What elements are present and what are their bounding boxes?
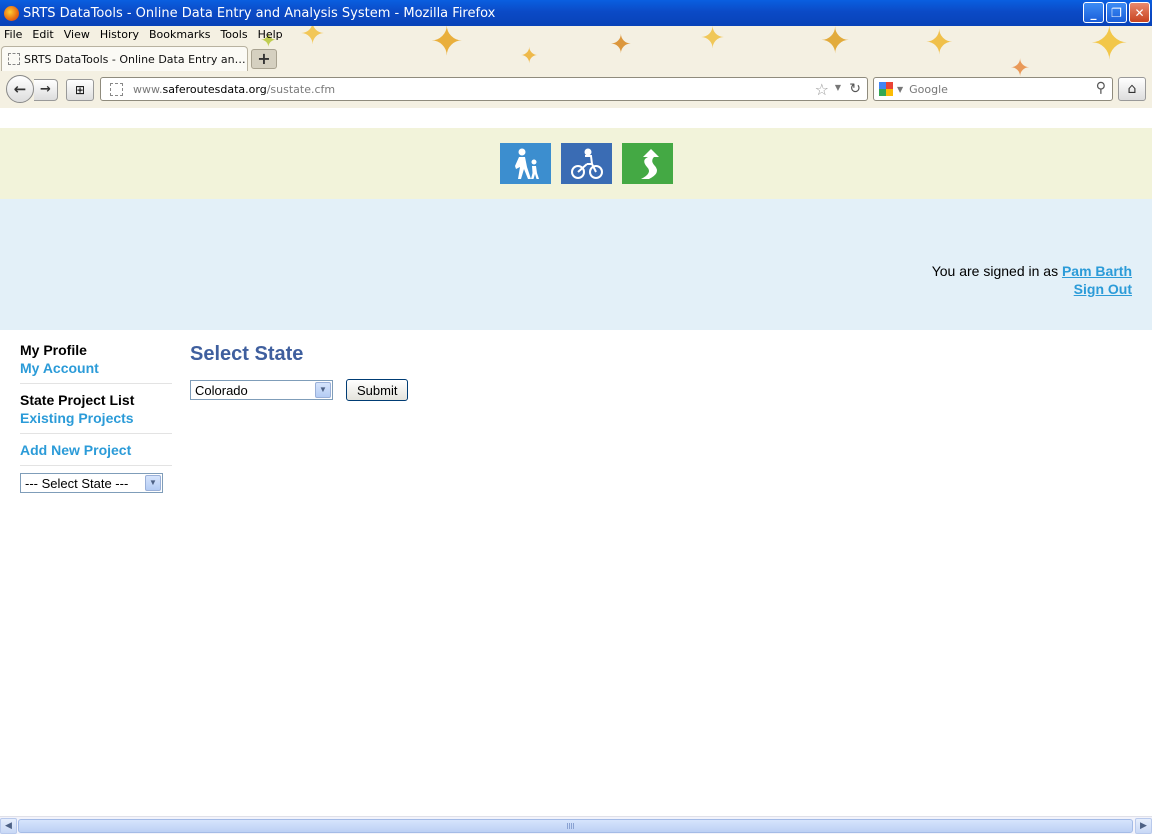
scroll-thumb[interactable] bbox=[18, 819, 1133, 833]
logo-banner bbox=[0, 128, 1152, 199]
walking-logo-icon[interactable] bbox=[500, 143, 551, 184]
menu-view[interactable]: View bbox=[59, 28, 95, 44]
user-name-link[interactable]: Pam Barth bbox=[1062, 263, 1132, 279]
my-account-link[interactable]: My Account bbox=[20, 359, 172, 377]
sidebar: My Profile My Account State Project List… bbox=[20, 341, 172, 493]
bicycle-logo-icon[interactable] bbox=[561, 143, 612, 184]
sign-out-link[interactable]: Sign Out bbox=[1074, 281, 1132, 297]
submit-button[interactable]: Submit bbox=[346, 379, 409, 401]
google-engine-icon[interactable] bbox=[879, 82, 893, 96]
menu-tools[interactable]: Tools bbox=[215, 28, 252, 44]
search-icon[interactable]: ⚲ bbox=[1096, 80, 1106, 96]
engine-dropdown-icon[interactable]: ▼ bbox=[897, 85, 903, 94]
state-form: Colorado ▼ Submit bbox=[190, 379, 409, 401]
url-domain: saferoutesdata.org bbox=[162, 82, 267, 96]
state-select[interactable]: Colorado ▼ bbox=[190, 380, 333, 400]
menu-help[interactable]: Help bbox=[253, 28, 288, 44]
divider bbox=[20, 383, 172, 384]
route-logo-icon[interactable] bbox=[622, 143, 673, 184]
window-title: SRTS DataTools - Online Data Entry and A… bbox=[23, 5, 496, 21]
bookmark-star-icon[interactable]: ☆ bbox=[815, 80, 829, 99]
menu-bar: File Edit View History Bookmarks Tools H… bbox=[0, 28, 288, 44]
menu-edit[interactable]: Edit bbox=[27, 28, 58, 44]
scroll-grip bbox=[567, 823, 575, 829]
main-content: Select State Colorado ▼ Submit bbox=[190, 341, 409, 401]
back-button[interactable]: ← bbox=[6, 75, 34, 103]
search-bar[interactable]: ▼ Google ⚲ bbox=[873, 77, 1113, 101]
tab-srts-datatools[interactable]: SRTS DataTools - Online Data Entry and A… bbox=[1, 46, 248, 71]
close-button[interactable]: ✕ bbox=[1129, 2, 1150, 23]
chevron-down-icon[interactable]: ▼ bbox=[315, 382, 331, 398]
chevron-down-icon[interactable]: ▼ bbox=[145, 475, 161, 491]
page-icon bbox=[8, 53, 20, 65]
existing-projects-link[interactable]: Existing Projects bbox=[20, 409, 172, 427]
profile-heading: My Profile bbox=[20, 342, 87, 358]
menu-bookmarks[interactable]: Bookmarks bbox=[144, 28, 215, 44]
user-banner: You are signed in as Pam Barth Sign Out bbox=[0, 199, 1152, 330]
project-list-heading: State Project List bbox=[20, 392, 135, 408]
navigation-toolbar: ← → ⊞ www. saferoutesdata.org/sustate.cfm… bbox=[0, 72, 1152, 106]
browser-chrome: ✦ ✦ ✦ ✦ ✦ ✦ ✦ ✦ ✦ ✦ File Edit View Histo… bbox=[0, 26, 1152, 108]
forward-button[interactable]: → bbox=[34, 79, 58, 101]
restore-button[interactable]: ❐ bbox=[1106, 2, 1127, 23]
tab-strip: SRTS DataTools - Online Data Entry and A… bbox=[0, 46, 1152, 72]
page-title: Select State bbox=[190, 343, 304, 365]
web-page: You are signed in as Pam Barth Sign Out … bbox=[0, 108, 1152, 816]
sidebar-state-select-value: --- Select State --- bbox=[25, 475, 129, 491]
signed-in-label: You are signed in as bbox=[931, 263, 1062, 279]
add-new-project-link[interactable]: Add New Project bbox=[20, 441, 172, 459]
sidebar-state-select[interactable]: --- Select State --- ▼ bbox=[20, 473, 163, 493]
divider bbox=[20, 433, 172, 434]
reload-icon[interactable]: ↻ bbox=[849, 81, 861, 97]
signed-in-info: You are signed in as Pam Barth Sign Out bbox=[932, 262, 1132, 298]
menu-history[interactable]: History bbox=[95, 28, 144, 44]
firefox-icon bbox=[4, 5, 19, 21]
site-identity-icon[interactable] bbox=[110, 82, 123, 96]
history-dropdown-icon[interactable]: ▼ bbox=[835, 83, 841, 92]
minimize-button[interactable]: _ bbox=[1083, 2, 1104, 23]
search-placeholder: Google bbox=[909, 82, 948, 96]
new-tab-button[interactable]: + bbox=[251, 49, 277, 69]
url-path: /sustate.cfm bbox=[266, 82, 336, 96]
home-button[interactable]: ⌂ bbox=[1118, 77, 1146, 101]
scroll-left-button[interactable]: ◀ bbox=[0, 818, 17, 834]
url-bar[interactable]: www. saferoutesdata.org/sustate.cfm ☆ ▼ ↻ bbox=[100, 77, 868, 101]
url-prefix: www. bbox=[133, 82, 163, 96]
menu-file[interactable]: File bbox=[0, 28, 27, 44]
horizontal-scrollbar[interactable]: ◀ ▶ bbox=[0, 816, 1152, 834]
window-title-bar: SRTS DataTools - Online Data Entry and A… bbox=[0, 0, 1152, 26]
addon-button[interactable]: ⊞ bbox=[66, 79, 94, 101]
tab-title: SRTS DataTools - Online Data Entry and A… bbox=[24, 52, 246, 66]
scroll-right-button[interactable]: ▶ bbox=[1135, 818, 1152, 834]
window-controls: _ ❐ ✕ bbox=[1083, 2, 1150, 23]
state-select-value: Colorado bbox=[195, 382, 248, 398]
divider bbox=[20, 465, 172, 466]
